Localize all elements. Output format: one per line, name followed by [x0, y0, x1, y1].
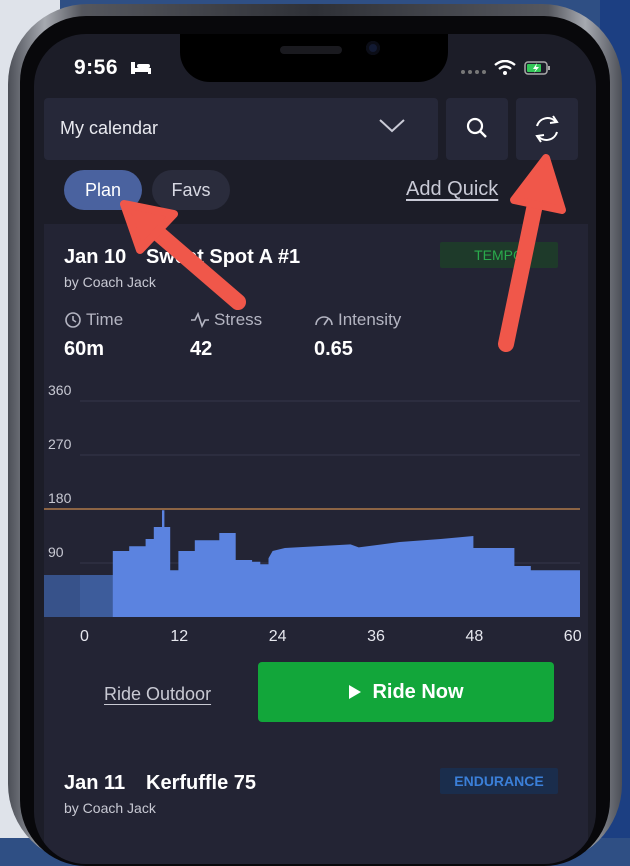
x-tick-label: 0 — [80, 628, 89, 645]
ride-outdoor-link[interactable]: Ride Outdoor — [104, 684, 211, 705]
metric-time: Time 60m — [64, 310, 123, 361]
metric-intensity-label: Intensity — [338, 310, 402, 329]
bed-icon — [131, 62, 151, 74]
x-tick-label: 24 — [269, 628, 287, 645]
search-icon — [466, 117, 487, 138]
workout-card[interactable]: Jan 10 Sweet Spot A #1 by Coach Jack TEM… — [44, 224, 588, 754]
warmup-band — [44, 575, 113, 617]
battery-icon — [524, 61, 550, 75]
gauge-icon — [315, 316, 333, 326]
notch — [180, 34, 448, 82]
metric-time-label: Time — [86, 310, 124, 329]
speaker-grille — [280, 46, 342, 54]
search-button[interactable] — [446, 98, 508, 160]
power-area — [80, 510, 580, 617]
zone-tag: TEMPO — [440, 242, 558, 268]
clock-icon — [65, 312, 81, 328]
sync-button[interactable] — [516, 98, 578, 160]
refresh-icon — [535, 115, 559, 143]
workout-name: Kerfuffle 75 — [146, 772, 257, 794]
workout-card[interactable]: Jan 11 Kerfuffle 75 by Coach Jack ENDURA… — [44, 750, 588, 864]
calendar-dropdown-label: My calendar — [60, 118, 159, 138]
add-quick-link[interactable]: Add Quick — [406, 178, 498, 201]
calendar-dropdown[interactable]: My calendar — [44, 98, 438, 160]
workout-name: Sweet Spot A #1 — [146, 246, 301, 268]
tab-favs[interactable]: Favs — [152, 170, 230, 210]
pulse-icon — [191, 311, 209, 329]
y-tick-label: 360 — [48, 382, 72, 398]
status-time: 9:56 — [74, 56, 119, 79]
metric-intensity: Intensity 0.65 — [314, 310, 401, 361]
front-camera — [366, 41, 380, 55]
metric-stress-label: Stress — [214, 310, 263, 329]
x-tick-label: 12 — [170, 628, 188, 645]
y-tick-label: 270 — [48, 436, 72, 452]
zone-tag: ENDURANCE — [440, 768, 558, 794]
metric-intensity-value: 0.65 — [314, 338, 353, 360]
tab-plan[interactable]: Plan — [64, 170, 142, 210]
chevron-down-icon — [379, 119, 405, 133]
ride-now-label: Ride Now — [372, 680, 464, 703]
x-tick-label: 60 — [564, 628, 582, 645]
metric-time-value: 60m — [64, 338, 105, 360]
workout-date: Jan 10 — [64, 246, 127, 268]
y-tick-label: 180 — [48, 490, 72, 506]
play-icon — [349, 685, 362, 699]
workout-coach: by Coach Jack — [64, 800, 156, 816]
ride-now-button[interactable]: Ride Now — [258, 662, 554, 722]
power-chart: 90 180 270 360 0 12 24 36 48 60 — [44, 382, 582, 645]
phone-screen: 9:56 My calendar Plan Favs Add Quick Jan… — [34, 34, 596, 864]
x-tick-label: 36 — [367, 628, 385, 645]
y-tick-label: 90 — [48, 544, 64, 560]
wifi-icon — [494, 60, 516, 75]
workout-coach: by Coach Jack — [64, 274, 156, 290]
top-bar: My calendar — [44, 98, 588, 160]
metric-stress: Stress 42 — [190, 310, 262, 361]
x-tick-label: 48 — [465, 628, 483, 645]
signal-icon — [461, 70, 486, 74]
workout-date: Jan 11 — [64, 772, 126, 794]
metric-stress-value: 42 — [190, 338, 213, 360]
